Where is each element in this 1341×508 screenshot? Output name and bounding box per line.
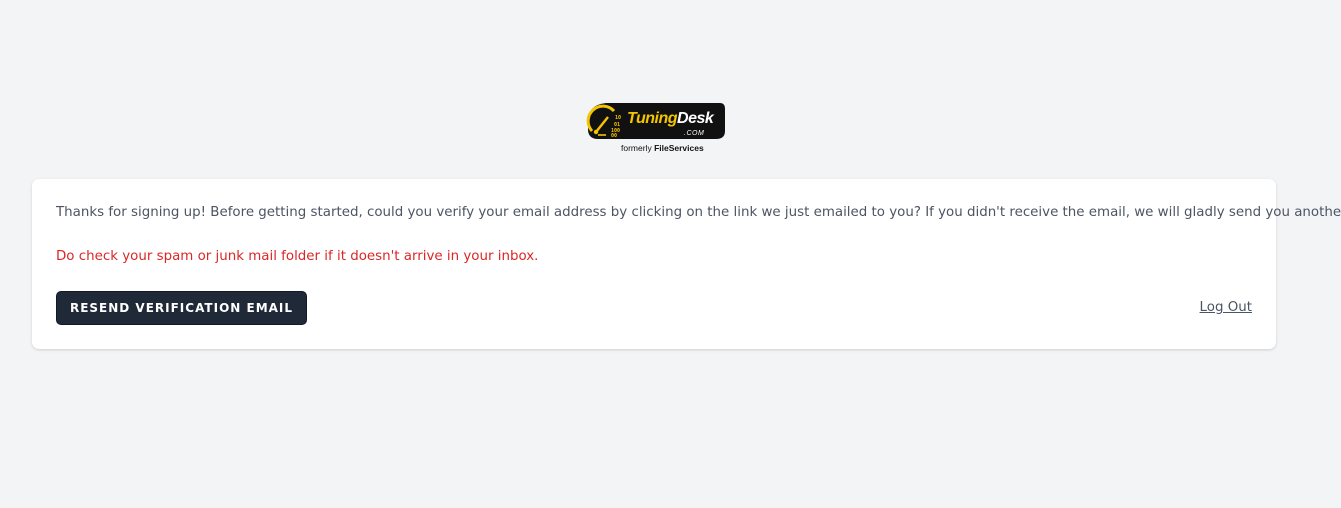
logo-brand-suffix: .COM [684,130,704,137]
logo-tagline-prefix: formerly [621,143,652,153]
verification-message: Thanks for signing up! Before getting st… [56,205,1341,220]
tuningdesk-logo: 10 01 100 00 TuningDesk .COM formerly Fi… [584,101,727,155]
tuningdesk-logo-graphic: 10 01 100 00 TuningDesk .COM formerly Fi… [586,103,725,153]
logo-brand-first: Tuning [627,110,678,127]
svg-text:TuningDesk: TuningDesk [627,110,715,127]
spam-warning: Do check your spam or junk mail folder i… [56,249,539,264]
svg-text:10: 10 [615,115,621,121]
svg-text:00: 00 [611,133,617,139]
logo-brand-second: Desk [677,110,715,127]
verify-email-card: Thanks for signing up! Before getting st… [32,179,1341,349]
resend-verification-button[interactable]: Resend Verification Email [56,291,307,325]
logo-tagline-name: FileServices [654,143,704,153]
logout-link[interactable]: Log Out [1200,298,1252,318]
svg-text:formerly FileServices: formerly FileServices [621,143,704,153]
